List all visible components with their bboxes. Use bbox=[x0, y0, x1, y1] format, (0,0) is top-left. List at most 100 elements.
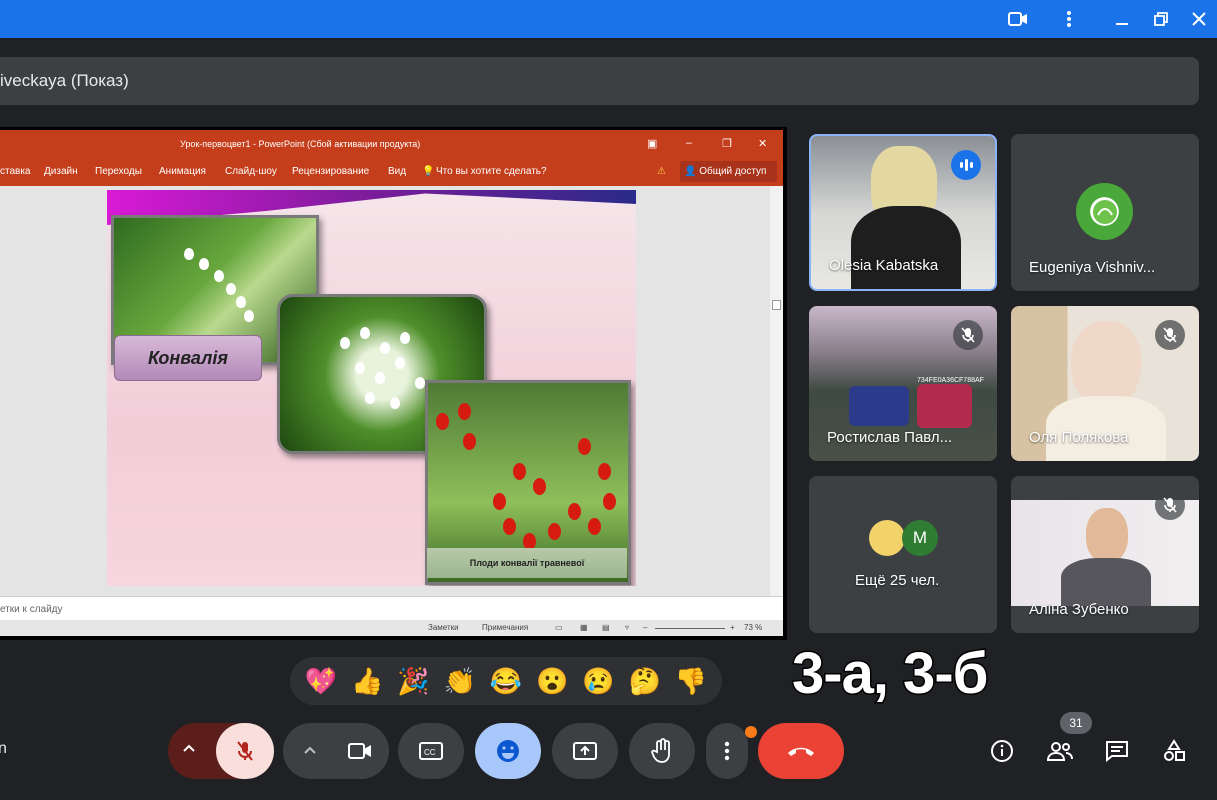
normal-view-icon[interactable]: ▭ bbox=[555, 623, 563, 632]
chevron-up-icon[interactable] bbox=[303, 743, 317, 762]
people-icon bbox=[1046, 742, 1073, 761]
ribbon-display-icon[interactable]: ▣ bbox=[647, 137, 657, 150]
reaction-laugh[interactable]: 😂 bbox=[490, 668, 522, 694]
participant-tile[interactable]: Аліна Зубенко bbox=[1011, 476, 1199, 633]
present-button[interactable] bbox=[552, 723, 618, 779]
person-icon: 👤 bbox=[684, 166, 700, 177]
present-icon bbox=[573, 742, 597, 760]
car-red bbox=[917, 384, 972, 428]
people-count-badge: 31 bbox=[1060, 712, 1092, 734]
camera-button[interactable] bbox=[331, 723, 389, 779]
minimize-icon[interactable] bbox=[1108, 5, 1136, 33]
close-icon[interactable] bbox=[1185, 5, 1213, 33]
ribbon-tab-animation[interactable]: Анимация bbox=[159, 166, 206, 177]
ribbon-tab-transitions[interactable]: Переходы bbox=[95, 166, 142, 177]
powerpoint-title-bar: Урок-первоцвет1 - PowerPoint (Сбой актив… bbox=[0, 130, 783, 158]
slide-scrollbar[interactable] bbox=[770, 186, 783, 596]
notes-pane[interactable]: етки к слайду bbox=[0, 596, 783, 620]
notification-dot bbox=[745, 726, 757, 738]
participant-tile[interactable]: 734FE0A36CF788AF Ростислав Павл... bbox=[809, 306, 997, 461]
chevron-up-icon[interactable] bbox=[182, 741, 196, 760]
ribbon-tab-review[interactable]: Рецензирование bbox=[292, 166, 369, 177]
share-label: Общий доступ bbox=[699, 166, 767, 177]
slide[interactable]: Конвалія Плоди конвалії травневої bbox=[107, 190, 636, 586]
participant-name: Аліна Зубенко bbox=[1029, 601, 1129, 618]
reaction-thinking[interactable]: 🤔 bbox=[628, 668, 660, 694]
camera-icon[interactable] bbox=[1004, 5, 1032, 33]
license-plate: 734FE0A36CF788AF bbox=[917, 377, 984, 384]
emoji-icon bbox=[497, 740, 519, 762]
slide-label: Конвалія bbox=[114, 335, 262, 381]
participant-tile[interactable]: Eugeniya Vishniv... bbox=[1011, 134, 1199, 291]
participant-tile[interactable]: Оля Полякова bbox=[1011, 306, 1199, 461]
share-button[interactable]: 👤 Общий доступ bbox=[680, 161, 777, 182]
speaking-indicator-icon bbox=[951, 150, 981, 180]
more-participants-tile[interactable]: M Ещё 25 чел. bbox=[809, 476, 997, 633]
more-options-button[interactable] bbox=[706, 723, 748, 779]
avatar: M bbox=[902, 520, 938, 556]
slide-canvas: Конвалія Плоди конвалії травневої bbox=[0, 186, 770, 596]
caption-overlay: 3-а, 3-б bbox=[790, 640, 989, 708]
restore-icon[interactable]: ❐ bbox=[722, 137, 732, 150]
activities-icon bbox=[1164, 739, 1185, 761]
mic-off-icon bbox=[237, 741, 253, 761]
window-title-bar bbox=[0, 0, 1217, 38]
reaction-heart[interactable]: 💖 bbox=[305, 668, 337, 694]
ribbon-tab-view[interactable]: Вид bbox=[388, 166, 406, 177]
raise-hand-button[interactable] bbox=[629, 723, 695, 779]
avatar bbox=[869, 520, 905, 556]
restore-icon[interactable] bbox=[1147, 5, 1175, 33]
camera-icon bbox=[348, 743, 371, 759]
chat-icon bbox=[1106, 741, 1128, 762]
participant-tile[interactable]: Olesia Kabatska bbox=[809, 134, 997, 291]
meeting-details-button[interactable] bbox=[982, 726, 1022, 776]
car-blue bbox=[849, 386, 909, 426]
ribbon-tab-design[interactable]: Дизайн bbox=[44, 166, 78, 177]
participant-name: Olesia Kabatska bbox=[829, 257, 939, 274]
zoom-level: 73 % bbox=[744, 623, 763, 632]
status-notes[interactable]: Заметки bbox=[428, 623, 459, 632]
shared-screen[interactable]: Урок-первоцвет1 - PowerPoint (Сбой актив… bbox=[0, 127, 787, 640]
zoom-in-icon[interactable]: + bbox=[730, 623, 735, 632]
reaction-bar: 💖 👍 🎉 👏 😂 😮 😢 🤔 👎 bbox=[290, 657, 722, 705]
zoom-slider[interactable] bbox=[655, 628, 725, 629]
powerpoint-window: Урок-первоцвет1 - PowerPoint (Сбой актив… bbox=[0, 130, 783, 636]
reaction-surprised[interactable]: 😮 bbox=[536, 668, 568, 694]
avatar bbox=[1076, 183, 1133, 240]
meeting-code-fragment: n bbox=[0, 740, 7, 757]
emoji-button[interactable] bbox=[475, 723, 541, 779]
status-comments[interactable]: Примечания bbox=[482, 623, 528, 632]
ribbon-tab-slideshow[interactable]: Слайд-шоу bbox=[225, 166, 277, 177]
scrollbar-thumb[interactable] bbox=[772, 300, 781, 310]
reaction-clap[interactable]: 👏 bbox=[444, 668, 476, 694]
more-vert-icon bbox=[724, 741, 730, 761]
reading-view-icon[interactable]: ▤ bbox=[602, 623, 610, 632]
reaction-party[interactable]: 🎉 bbox=[397, 668, 429, 694]
reaction-thumbs-up[interactable]: 👍 bbox=[351, 668, 383, 694]
hand-icon bbox=[651, 738, 670, 763]
status-bar: Заметки Примечания ▭ ▦ ▤ ▿ – + 73 % bbox=[0, 620, 783, 636]
mic-off-button[interactable] bbox=[216, 723, 274, 779]
activities-button[interactable] bbox=[1154, 726, 1194, 776]
participant-video bbox=[1071, 321, 1141, 406]
more-vert-icon[interactable] bbox=[1055, 5, 1083, 33]
info-icon bbox=[991, 740, 1013, 762]
minimize-icon[interactable]: – bbox=[686, 137, 692, 149]
participant-name: Оля Полякова bbox=[1029, 429, 1129, 446]
presenter-bar[interactable]: iveckaya (Показ) bbox=[0, 57, 1199, 105]
camera-control-group bbox=[283, 723, 389, 779]
slide-caption: Плоди конвалії травневої bbox=[427, 548, 627, 578]
participant-name: Ростислав Павл... bbox=[827, 429, 953, 446]
chat-button[interactable] bbox=[1097, 726, 1137, 776]
tell-me-search[interactable]: Что вы хотите сделать? bbox=[436, 166, 547, 177]
slideshow-view-icon[interactable]: ▿ bbox=[625, 623, 629, 632]
leave-call-button[interactable] bbox=[758, 723, 844, 779]
zoom-out-icon[interactable]: – bbox=[643, 623, 647, 632]
ribbon-tab-insert[interactable]: ставка bbox=[0, 166, 31, 177]
close-icon[interactable]: ✕ bbox=[758, 137, 767, 150]
captions-button[interactable]: CC bbox=[398, 723, 464, 779]
reaction-thumbs-down[interactable]: 👎 bbox=[675, 668, 707, 694]
warning-icon: ⚠ bbox=[657, 166, 666, 177]
reaction-sad[interactable]: 😢 bbox=[582, 668, 614, 694]
sorter-view-icon[interactable]: ▦ bbox=[580, 623, 588, 632]
